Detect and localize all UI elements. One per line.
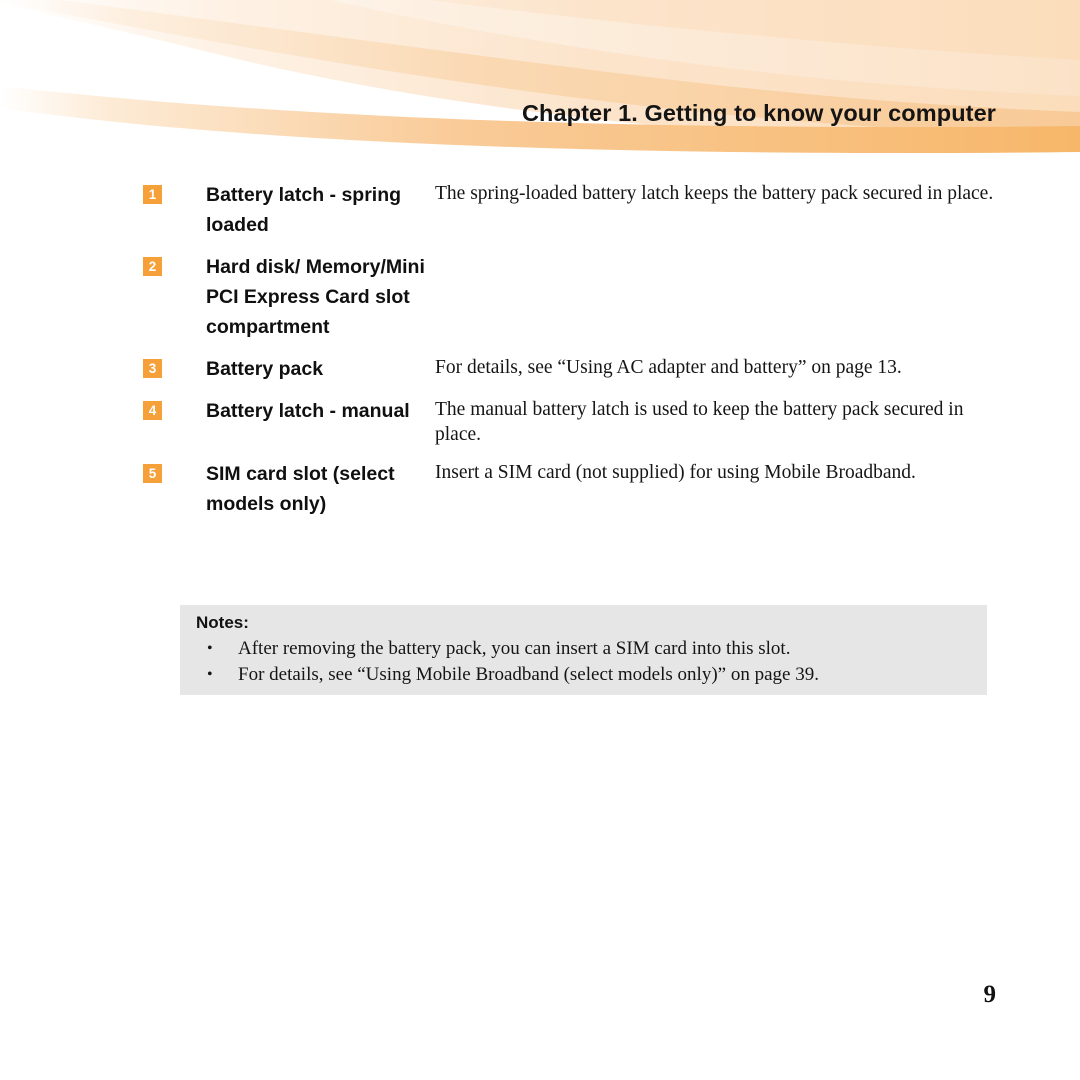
page-title: Chapter 1. Getting to know your computer [521, 100, 996, 126]
feature-description [435, 252, 1080, 253]
bullet-icon: • [207, 640, 213, 657]
feature-label: Battery pack [206, 358, 324, 380]
note-list-item: • After removing the battery pack, you c… [196, 636, 973, 662]
badge-cell: 4 [0, 396, 206, 420]
page-number: 9 [983, 981, 997, 1008]
note-text: After removing the battery pack, you can… [238, 638, 791, 659]
note-text: For details, see “Using Mobile Broadband… [238, 664, 819, 685]
feature-row: 5 SIM card slot (select models only) Ins… [0, 459, 1080, 519]
badge-cell: 1 [0, 180, 206, 204]
note-list-item: • For details, see “Using Mobile Broadba… [196, 662, 973, 688]
callout-number-badge: 2 [143, 257, 162, 276]
bullet-icon: • [207, 666, 213, 683]
callout-number-badge: 4 [143, 401, 162, 420]
page-header-banner: Chapter 1. Getting to know your computer [0, 0, 1080, 175]
badge-cell: 2 [0, 252, 206, 276]
notes-heading: Notes: [196, 613, 249, 632]
feature-label: Battery latch - manual [206, 400, 410, 422]
notes-callout-box: Notes: • After removing the battery pack… [180, 605, 987, 695]
callout-number-badge: 1 [143, 185, 162, 204]
feature-row: 4 Battery latch - manual The manual batt… [0, 396, 1080, 447]
header-decorative-graphic [0, 0, 1080, 175]
callout-number-badge: 3 [143, 359, 162, 378]
badge-cell: 5 [0, 459, 206, 483]
callout-number-badge: 5 [143, 464, 162, 483]
feature-description: For details, see “Using AC adapter and b… [435, 357, 902, 378]
feature-label: SIM card slot (select models only) [206, 463, 395, 515]
feature-description: The spring-loaded battery latch keeps th… [435, 183, 994, 204]
feature-row: 1 Battery latch - spring loaded The spri… [0, 180, 1080, 240]
feature-description: Insert a SIM card (not supplied) for usi… [435, 462, 916, 483]
feature-row: 2 Hard disk/ Memory/Mini PCI Express Car… [0, 252, 1080, 342]
feature-label: Battery latch - spring loaded [206, 184, 402, 236]
feature-row: 3 Battery pack For details, see “Using A… [0, 354, 1080, 384]
feature-label: Hard disk/ Memory/Mini PCI Express Card … [206, 256, 425, 338]
badge-cell: 3 [0, 354, 206, 378]
feature-list: 1 Battery latch - spring loaded The spri… [0, 180, 1080, 531]
feature-description: The manual battery latch is used to keep… [435, 399, 964, 445]
